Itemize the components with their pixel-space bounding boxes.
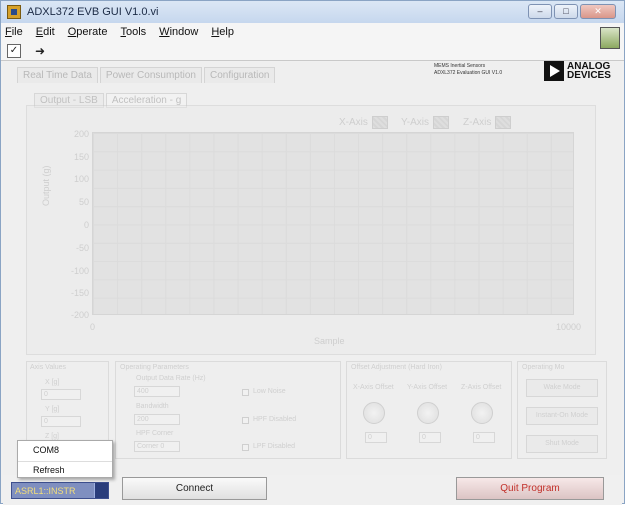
- tab-configuration[interactable]: Configuration: [203, 67, 276, 83]
- plot-area[interactable]: [92, 132, 574, 315]
- tab-power-consumption[interactable]: Power Consumption: [99, 67, 202, 83]
- run-arrow-icon[interactable]: ➜: [35, 44, 45, 58]
- y-tick-label: -200: [70, 310, 89, 320]
- y-tick-label: -150: [70, 288, 89, 298]
- z-axis-value-label: Z [g]: [45, 433, 60, 440]
- x-offset-value[interactable]: 0: [365, 432, 387, 443]
- y-tick-label: 200: [73, 129, 89, 139]
- menu-operate[interactable]: Operate: [68, 26, 108, 38]
- y-tick-label: 100: [73, 174, 89, 184]
- legend-x-swatch[interactable]: [371, 116, 388, 129]
- lpf-disabled-checkbox[interactable]: [242, 444, 249, 451]
- odr-label: Output Data Rate (Hz): [136, 375, 206, 382]
- y-tick-label: -50: [75, 243, 89, 253]
- title-bar: ADXL372 EVB GUI V1.0.vi – □ ✕: [1, 1, 624, 23]
- hpf-corner-label: HPF Corner: [136, 430, 174, 437]
- visa-resource-value: ASRL1::INSTR: [15, 485, 76, 496]
- main-tabs: Real Time Data Power Consumption Configu…: [17, 67, 277, 83]
- operating-mode-group: Operating Mo Wake Mode Instant-On Mode S…: [517, 361, 607, 459]
- z-offset-label: Z-Axis Offset: [461, 384, 502, 391]
- menu-bar: File Edit Operate Tools Window Help: [1, 23, 624, 41]
- low-noise-label: Low Noise: [253, 388, 286, 395]
- bandwidth-select[interactable]: 200: [134, 414, 180, 425]
- offset-adjustment-group: Offset Adjustment (Hard Iron) X-Axis Off…: [346, 361, 512, 459]
- menu-help[interactable]: Help: [211, 26, 234, 38]
- checkmark-icon[interactable]: ✓: [7, 43, 21, 58]
- legend-y-label: Y-Axis: [401, 117, 429, 128]
- quit-program-button[interactable]: Quit Program: [456, 477, 604, 500]
- menu-edit[interactable]: Edit: [36, 26, 55, 38]
- resource-popup-menu: COM8 Refresh: [17, 440, 113, 478]
- brand-line-1: MEMS Inertial Sensors: [434, 63, 486, 69]
- legend-z-swatch[interactable]: [495, 116, 512, 129]
- hpf-disabled-label: HPF Disabled: [253, 416, 297, 423]
- close-button[interactable]: ✕: [580, 4, 616, 19]
- operating-parameters-group: Operating Parameters Output Data Rate (H…: [115, 361, 341, 459]
- z-offset-knob[interactable]: [471, 402, 493, 424]
- legend-z: Z-Axis: [463, 116, 512, 129]
- low-noise-checkbox[interactable]: [242, 389, 249, 396]
- menu-tools[interactable]: Tools: [120, 26, 146, 38]
- y-tick-label: -100: [70, 266, 89, 276]
- menu-file[interactable]: File: [5, 26, 23, 38]
- wake-mode-button[interactable]: Wake Mode: [526, 379, 598, 397]
- labview-app-icon: [7, 5, 21, 19]
- instant-on-mode-button[interactable]: Instant-On Mode: [526, 407, 598, 425]
- hpf-corner-select[interactable]: Corner 0: [134, 441, 180, 452]
- x-tick-label: 10000: [556, 322, 582, 332]
- connect-button[interactable]: Connect: [122, 477, 267, 500]
- brand-line-2: ADXL372 Evaluation GUI V1.0: [434, 70, 503, 76]
- shut-mode-button[interactable]: Shut Mode: [526, 435, 598, 453]
- analog-devices-logo: ANALOG DEVICES: [544, 61, 619, 81]
- y-axis-value: 0: [41, 416, 81, 427]
- popup-item-com8[interactable]: COM8: [18, 442, 112, 459]
- maximize-button[interactable]: □: [554, 4, 578, 19]
- y-axis-value-label: Y [g]: [45, 406, 60, 413]
- menu-window[interactable]: Window: [159, 26, 198, 38]
- x-axis-value: 0: [41, 389, 81, 400]
- offset-adjustment-title: Offset Adjustment (Hard Iron): [351, 364, 442, 371]
- lpf-disabled-label: LPF Disabled: [253, 443, 296, 450]
- axis-values-title: Axis Values: [30, 364, 67, 371]
- x-tick-label: 0: [90, 322, 96, 332]
- minimize-button[interactable]: –: [528, 4, 552, 19]
- y-tick-label: 50: [78, 197, 89, 207]
- operating-parameters-title: Operating Parameters: [120, 364, 189, 371]
- x-axis-label: Sample: [314, 336, 345, 346]
- odr-select[interactable]: 400: [134, 386, 180, 397]
- legend-y: Y-Axis: [401, 116, 449, 129]
- window-title: ADXL372 EVB GUI V1.0.vi: [27, 6, 159, 18]
- x-axis-value-label: X [g]: [45, 379, 60, 386]
- y-offset-value[interactable]: 0: [419, 432, 441, 443]
- visa-resource-select[interactable]: ASRL1::INSTR: [11, 482, 109, 499]
- operating-mode-title: Operating Mo: [522, 364, 565, 371]
- x-offset-knob[interactable]: [363, 402, 385, 424]
- window-controls: – □ ✕: [528, 4, 616, 19]
- app-window: ADXL372 EVB GUI V1.0.vi – □ ✕ File Edit …: [0, 0, 625, 505]
- x-offset-label: X-Axis Offset: [353, 384, 394, 391]
- legend-z-label: Z-Axis: [463, 117, 492, 128]
- legend-x: X-Axis: [339, 116, 388, 129]
- bandwidth-label: Bandwidth: [136, 403, 169, 410]
- tab-real-time-data[interactable]: Real Time Data: [17, 67, 98, 83]
- y-offset-knob[interactable]: [417, 402, 439, 424]
- toolbar: ✓ ➜: [1, 41, 624, 61]
- dropdown-arrow-icon[interactable]: [94, 483, 108, 498]
- y-tick-label: 150: [73, 152, 89, 162]
- legend-x-label: X-Axis: [339, 117, 368, 128]
- z-offset-value[interactable]: 0: [473, 432, 495, 443]
- adi-logo-text: ANALOG DEVICES: [567, 61, 611, 81]
- adi-triangle-icon: [544, 61, 564, 81]
- vi-icon: [600, 27, 620, 49]
- hpf-disabled-checkbox[interactable]: [242, 417, 249, 424]
- legend-y-swatch[interactable]: [432, 116, 449, 129]
- y-offset-label: Y-Axis Offset: [407, 384, 448, 391]
- brand-text: MEMS Inertial Sensors ADXL372 Evaluation…: [434, 63, 502, 77]
- y-tick-label: 0: [83, 220, 89, 230]
- y-axis-label: Output (g): [41, 165, 51, 206]
- popup-item-refresh[interactable]: Refresh: [18, 461, 112, 478]
